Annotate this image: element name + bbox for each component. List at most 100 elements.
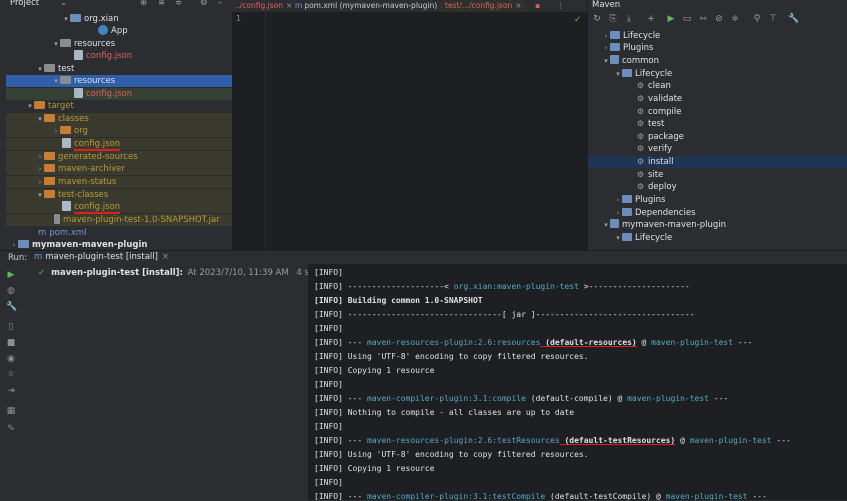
tree-item-test-classes[interactable]: ▾ test-classes	[6, 189, 232, 201]
tab-pom-xml[interactable]: mpom.xml (mymaven-maven-plugin)×	[292, 0, 449, 12]
show-dependencies-icon[interactable]: ⚲	[752, 14, 762, 24]
editor-area[interactable]	[232, 12, 587, 250]
maven-item-plugins[interactable]: › Plugins	[588, 194, 847, 206]
gear-icon: ⚙	[636, 170, 645, 179]
tree-item-config-json[interactable]: config.json	[6, 201, 232, 214]
stop-icon[interactable]: ◍	[6, 286, 16, 296]
folder-icon	[610, 31, 620, 39]
maven-item-lifecycle[interactable]: ▾ Lifecycle	[588, 232, 847, 244]
maven-item-common[interactable]: ▾ common	[588, 55, 847, 67]
wrench-icon[interactable]: 🔧	[6, 302, 17, 312]
add-icon[interactable]: +	[646, 14, 656, 24]
tree-item-app[interactable]: App	[6, 25, 232, 37]
close-icon[interactable]: ×	[162, 252, 169, 262]
gear-icon: ⚙	[636, 94, 645, 103]
tree-item-org-xian[interactable]: ▾ org.xian	[6, 13, 232, 25]
rerun-icon[interactable]: ▶	[6, 270, 16, 280]
tree-item-config-json[interactable]: config.json	[6, 138, 232, 151]
tree-item-jar[interactable]: maven-plugin-test-1.0-SNAPSHOT.jar	[6, 214, 232, 226]
run-label: Run:	[8, 253, 28, 263]
maven-goal-validate[interactable]: ⚙ validate	[588, 93, 847, 105]
tree-item-target[interactable]: ▾ target	[6, 100, 232, 112]
tree-item-org[interactable]: › org	[6, 125, 232, 137]
download-icon[interactable]: ⤓	[624, 14, 634, 24]
tree-label: resources	[74, 76, 116, 86]
camera-icon[interactable]: ⌾	[6, 370, 16, 380]
tree-label: maven-plugin-test-1.0-SNAPSHOT.jar	[63, 215, 220, 225]
jar-file-icon	[54, 214, 60, 224]
tab-label: ../config.json	[235, 1, 283, 10]
execute-goal-icon[interactable]: ▭	[682, 14, 692, 24]
reload-icon[interactable]: ↻	[592, 14, 602, 24]
json-file-icon	[62, 138, 71, 148]
tree-item-classes[interactable]: ▾ classes	[6, 113, 232, 125]
tree-label: config.json	[86, 89, 133, 99]
tree-label: pom.xml	[49, 228, 87, 238]
generate-sources-icon[interactable]: ⎘	[608, 14, 618, 24]
maven-item-label: common	[622, 56, 660, 66]
inspection-ok-icon[interactable]: ✓	[574, 15, 582, 25]
tree-label: config.json	[74, 202, 121, 214]
project-title[interactable]: Project	[10, 0, 39, 8]
pause-icon[interactable]: ▯	[6, 322, 16, 332]
add-icon[interactable]: ⊕	[140, 0, 147, 8]
maven-goal-site[interactable]: ⚙ site	[588, 169, 847, 181]
tree-item-mymaven-maven-plugin[interactable]: › mymaven-maven-plugin	[6, 239, 232, 250]
maven-title: Maven	[592, 0, 621, 10]
collapse-all-icon[interactable]: ≑	[730, 14, 740, 24]
chevron-right-icon: ›	[604, 44, 608, 52]
maven-item-lifecycle[interactable]: ▾ Lifecycle	[588, 68, 847, 80]
exit-icon[interactable]: ⇥	[6, 386, 16, 396]
line-number: 1	[236, 14, 241, 23]
minimize-icon[interactable]: –	[218, 0, 222, 8]
chevron-down-icon[interactable]: ⌄	[60, 0, 67, 8]
chevron-down-icon: ▾	[38, 65, 42, 73]
layout-icon[interactable]: ▦	[6, 406, 16, 416]
maven-item-lifecycle[interactable]: › Lifecycle	[588, 30, 847, 42]
tree-item-test[interactable]: ▾ test	[6, 63, 232, 75]
maven-item-dependencies[interactable]: › Dependencies	[588, 207, 847, 219]
maven-goal-verify[interactable]: ⚙ verify	[588, 143, 847, 155]
skip-tests-icon[interactable]: ⊘	[714, 14, 724, 24]
tab-overflow[interactable]: ▪	[532, 0, 543, 12]
wrench-icon[interactable]: 🔧	[788, 14, 799, 24]
toggle-offline-icon[interactable]: ⇿	[698, 14, 708, 24]
stop-square-icon[interactable]: ■	[6, 338, 16, 348]
tree-item-config-json[interactable]: config.json	[6, 88, 232, 100]
chevron-right-icon: ›	[12, 241, 16, 249]
maven-goal-install[interactable]: ⚙ install	[588, 156, 847, 168]
expand-icon[interactable]: ≑	[175, 0, 182, 8]
maven-item-mymaven-maven-plugin[interactable]: ▾ mymaven-maven-plugin	[588, 219, 847, 231]
tree-item-maven-status[interactable]: › maven-status	[6, 176, 232, 188]
gear-icon[interactable]: ⚙	[200, 0, 208, 8]
maven-goal-package[interactable]: ⚙ package	[588, 131, 847, 143]
folder-icon	[622, 208, 632, 216]
tree-item-pom-xml[interactable]: m pom.xml	[6, 227, 232, 239]
tree-item-config-json[interactable]: config.json	[6, 50, 232, 62]
tree-item-test-resources[interactable]: ▾ resources	[6, 75, 232, 87]
maven-goal-compile[interactable]: ⚙ compile	[588, 106, 847, 118]
maven-goal-clean[interactable]: ⚙ clean	[588, 80, 847, 92]
maven-goal-test[interactable]: ⚙ test	[588, 118, 847, 130]
close-icon[interactable]: ×	[515, 1, 521, 10]
tree-label: test-classes	[58, 190, 109, 200]
chevron-right-icon: ›	[616, 209, 620, 217]
tree-item-resources[interactable]: ▾ resources	[6, 38, 232, 50]
maven-item-label: site	[648, 170, 664, 180]
maven-item-plugins[interactable]: › Plugins	[588, 42, 847, 54]
tab-config-json[interactable]: ../config.json ×	[232, 0, 295, 12]
collapse-icon[interactable]: ≡	[158, 0, 165, 8]
maven-goal-deploy[interactable]: ⚙ deploy	[588, 181, 847, 193]
run-icon[interactable]: ▶	[666, 14, 676, 24]
maven-item-label: validate	[648, 94, 683, 104]
tree-item-generated-sources[interactable]: › generated-sources	[6, 151, 232, 163]
pin-icon[interactable]: ✎	[6, 424, 16, 434]
json-file-icon	[74, 50, 83, 60]
eye-icon[interactable]: ◉	[6, 354, 16, 364]
tree-item-maven-archiver[interactable]: › maven-archiver	[6, 163, 232, 175]
more-tabs-icon[interactable]: ⋮	[554, 0, 568, 12]
chevron-down-icon: ▾	[604, 221, 608, 229]
align-icon[interactable]: ⊤	[768, 14, 778, 24]
console-output[interactable]: [INFO] [INFO] --------------------< org.…	[308, 264, 847, 500]
console-line: [INFO] --- maven-compiler-plugin:3.1:com…	[314, 394, 729, 403]
